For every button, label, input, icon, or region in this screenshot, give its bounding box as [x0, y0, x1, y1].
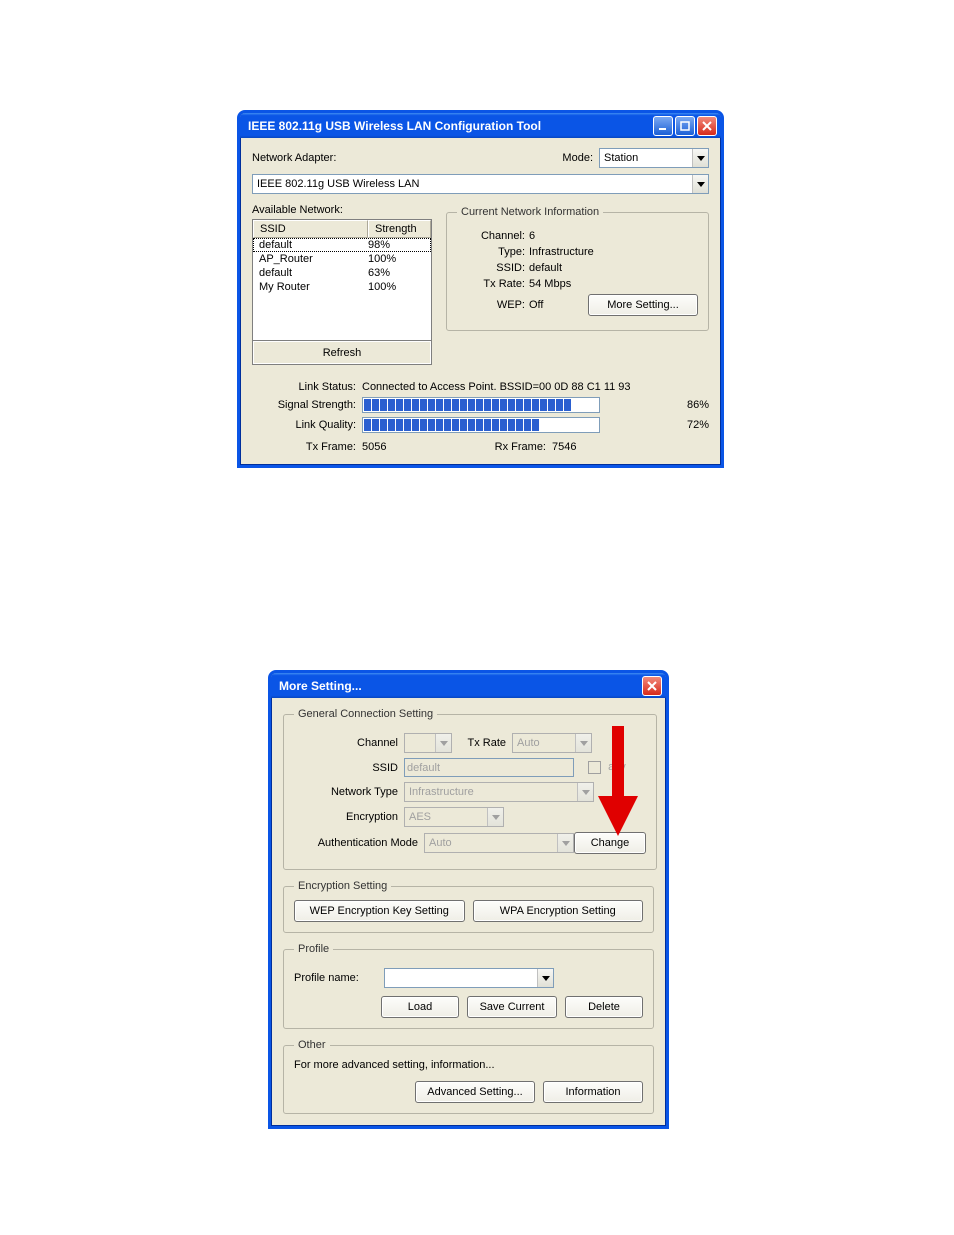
chevron-down-icon — [575, 734, 591, 752]
network-ssid: default — [259, 238, 368, 252]
advanced-setting-button[interactable]: Advanced Setting... — [415, 1081, 535, 1103]
network-strength: 100% — [368, 252, 425, 266]
tx-frame-value: 5056 — [362, 441, 422, 453]
encryption-label: Encryption — [294, 811, 404, 823]
window-title: IEEE 802.11g USB Wireless LAN Configurat… — [248, 119, 653, 133]
any-checkbox — [588, 761, 601, 774]
profile-legend: Profile — [294, 943, 333, 955]
load-button[interactable]: Load — [381, 996, 459, 1018]
profile-name-select[interactable] — [384, 968, 554, 988]
network-row[interactable]: My Router100% — [253, 280, 431, 294]
authmode-label: Authentication Mode — [294, 837, 424, 849]
chevron-down-icon — [557, 834, 573, 852]
delete-button[interactable]: Delete — [565, 996, 643, 1018]
signal-strength-bar — [362, 397, 600, 413]
network-list[interactable]: SSID Strength default98%AP_Router100%def… — [252, 219, 432, 341]
network-ssid: My Router — [259, 280, 368, 294]
wep-key-button[interactable]: WEP Encryption Key Setting — [294, 900, 465, 922]
authmode-select: Auto — [424, 833, 574, 853]
maximize-button[interactable] — [675, 116, 695, 136]
signal-strength-label: Signal Strength: — [252, 399, 362, 411]
network-ssid: default — [259, 266, 368, 280]
network-row[interactable]: AP_Router100% — [253, 252, 431, 266]
chevron-down-icon[interactable] — [692, 175, 708, 193]
txrate-value: 54 Mbps — [529, 278, 571, 290]
config-tool-window: IEEE 802.11g USB Wireless LAN Configurat… — [237, 110, 724, 468]
rx-frame-label: Rx Frame: — [452, 441, 552, 453]
close-button[interactable] — [697, 116, 717, 136]
ssid-value: default — [529, 262, 562, 274]
information-button[interactable]: Information — [543, 1081, 643, 1103]
network-strength: 63% — [368, 266, 425, 280]
column-ssid[interactable]: SSID — [253, 220, 368, 238]
ssid-label: SSID — [294, 762, 404, 774]
chevron-down-icon — [487, 808, 503, 826]
channel-label: Channel: — [457, 230, 529, 242]
other-text: For more advanced setting, information..… — [294, 1059, 643, 1071]
current-info-legend: Current Network Information — [457, 206, 603, 218]
close-button[interactable] — [642, 676, 662, 696]
link-quality-bar — [362, 417, 600, 433]
network-row[interactable]: default98% — [253, 238, 431, 252]
channel-value: 6 — [529, 230, 535, 242]
link-status-value: Connected to Access Point. BSSID=00 0D 8… — [362, 381, 631, 393]
other-legend: Other — [294, 1039, 330, 1051]
encryption-select: AES — [404, 807, 504, 827]
network-list-header: SSID Strength — [253, 220, 431, 238]
tx-frame-label: Tx Frame: — [252, 441, 362, 453]
refresh-button[interactable]: Refresh — [252, 341, 432, 365]
txrate-label: Tx Rate: — [457, 278, 529, 290]
link-quality-label: Link Quality: — [252, 419, 362, 431]
mode-label: Mode: — [562, 152, 593, 164]
chevron-down-icon[interactable] — [537, 969, 553, 987]
wep-label: WEP: — [457, 299, 529, 311]
link-quality-value: 72% — [669, 419, 709, 431]
network-strength: 100% — [368, 280, 425, 294]
channel-label: Channel — [294, 737, 404, 749]
signal-strength-value: 86% — [669, 399, 709, 411]
chevron-down-icon[interactable] — [692, 149, 708, 167]
chevron-down-icon — [577, 783, 593, 801]
titlebar[interactable]: IEEE 802.11g USB Wireless LAN Configurat… — [240, 113, 721, 138]
more-setting-button[interactable]: More Setting... — [588, 294, 698, 316]
save-current-button[interactable]: Save Current — [467, 996, 557, 1018]
available-network-label: Available Network: — [252, 204, 432, 216]
type-value: Infrastructure — [529, 246, 594, 258]
chevron-down-icon — [435, 734, 451, 752]
txrate-select: Auto — [512, 733, 592, 753]
encryption-legend: Encryption Setting — [294, 880, 391, 892]
txrate-label: Tx Rate — [452, 737, 512, 749]
network-row[interactable]: default63% — [253, 266, 431, 280]
general-legend: General Connection Setting — [294, 708, 437, 720]
change-button[interactable]: Change — [574, 832, 646, 854]
window-title: More Setting... — [279, 679, 642, 693]
type-label: Type: — [457, 246, 529, 258]
network-ssid: AP_Router — [259, 252, 368, 266]
nettype-select: Infrastructure — [404, 782, 594, 802]
channel-select — [404, 733, 452, 753]
network-adapter-label: Network Adapter: — [252, 152, 336, 164]
nettype-label: Network Type — [294, 786, 404, 798]
mode-select[interactable]: Station — [599, 148, 709, 168]
ssid-input — [404, 758, 574, 777]
adapter-select[interactable]: IEEE 802.11g USB Wireless LAN — [252, 174, 709, 194]
more-setting-window: More Setting... General Connection Setti… — [268, 670, 669, 1129]
wep-value: Off — [529, 299, 569, 311]
column-strength[interactable]: Strength — [368, 220, 431, 238]
any-label: any — [608, 761, 626, 773]
minimize-button[interactable] — [653, 116, 673, 136]
rx-frame-value: 7546 — [552, 441, 576, 453]
ssid-label: SSID: — [457, 262, 529, 274]
titlebar[interactable]: More Setting... — [271, 673, 666, 698]
network-strength: 98% — [368, 238, 425, 252]
profile-name-label: Profile name: — [294, 972, 384, 984]
wpa-setting-button[interactable]: WPA Encryption Setting — [473, 900, 644, 922]
link-status-label: Link Status: — [252, 381, 362, 393]
